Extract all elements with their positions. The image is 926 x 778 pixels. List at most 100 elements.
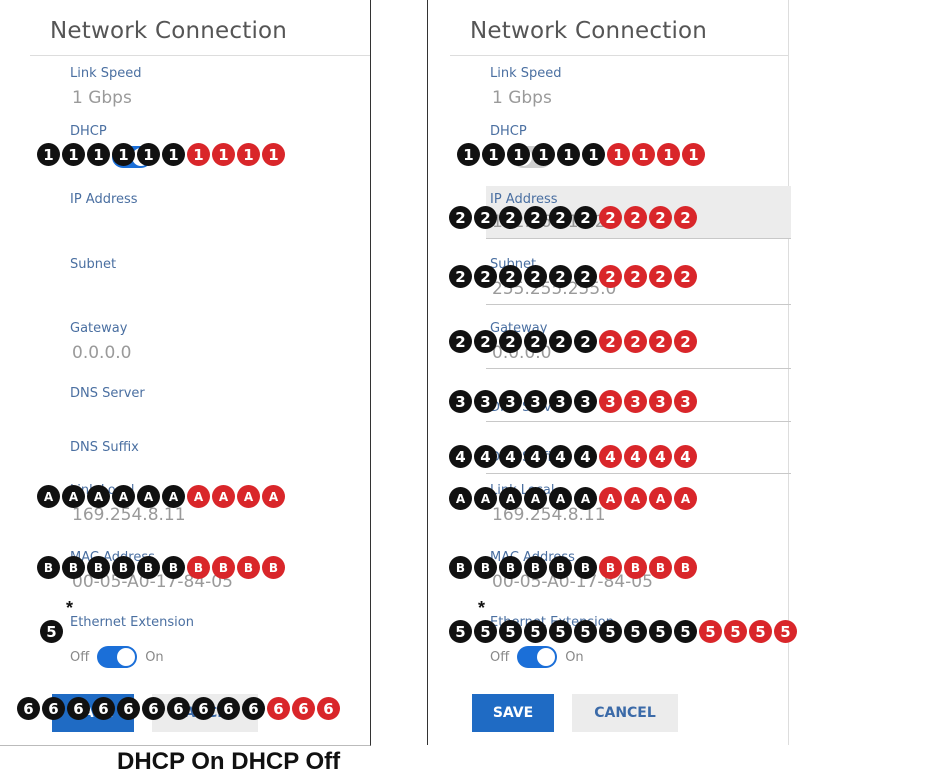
marker-badge-b: B [87,556,110,579]
marker-badge-6: 6 [167,697,190,720]
marker-badge-2: 2 [624,206,647,229]
marker-badge-5: 5 [499,620,522,643]
marker-badge-4: 4 [524,445,547,468]
marker-badge-1: 1 [87,143,110,166]
ip-address-label: IP Address [70,192,138,207]
marker-badge-a: A [87,485,110,508]
marker-badge-2: 2 [649,206,672,229]
marker-badge-a: A [449,487,472,510]
marker-badge-a: A [524,487,547,510]
marker-badge-3: 3 [674,390,697,413]
marker-badge-b: B [137,556,160,579]
marker-badge-1: 1 [682,143,705,166]
ethernet-extension-toggle[interactable] [517,646,558,668]
link-speed-value: 1 Gbps [492,88,552,108]
marker-badge-3: 3 [649,390,672,413]
marker-badge-a: A [599,487,622,510]
marker-badge-1: 1 [187,143,210,166]
subnet-underline [486,304,791,305]
dns-server-label: DNS Server [70,386,145,401]
marker-badge-2: 2 [674,265,697,288]
marker-badge-1: 1 [557,143,580,166]
marker-badge-2: 2 [599,206,622,229]
marker-badge-a: A [624,487,647,510]
marker-badge-5: 5 [549,620,572,643]
marker-badge-5: 5 [674,620,697,643]
dns-server-underline [486,421,791,422]
marker-badge-1: 1 [212,143,235,166]
marker-badge-b: B [212,556,235,579]
marker-badge-2: 2 [674,206,697,229]
marker-badge-5: 5 [724,620,747,643]
marker-badge-2: 2 [549,206,572,229]
dns-suffix-label: DNS Suffix [70,440,139,455]
subnet-label: Subnet [70,257,117,272]
marker-badge-2: 2 [474,265,497,288]
marker-row: 5 [40,620,63,643]
marker-row: 2222222222 [449,265,697,288]
marker-badge-a: A [112,485,135,508]
save-button[interactable]: SAVE [472,694,554,732]
marker-badge-4: 4 [624,445,647,468]
marker-badge-1: 1 [137,143,160,166]
marker-badge-6: 6 [242,697,265,720]
marker-badge-a: A [37,485,60,508]
marker-badge-6: 6 [217,697,240,720]
marker-badge-a: A [162,485,185,508]
marker-badge-2: 2 [624,330,647,353]
marker-badge-2: 2 [624,265,647,288]
marker-badge-a: A [574,487,597,510]
marker-badge-b: B [187,556,210,579]
marker-badge-6: 6 [292,697,315,720]
marker-badge-5: 5 [474,620,497,643]
marker-badge-a: A [674,487,697,510]
marker-badge-5: 5 [449,620,472,643]
marker-badge-b: B [262,556,285,579]
off-label: Off [70,649,90,665]
marker-badge-b: B [499,556,522,579]
marker-badge-5: 5 [649,620,672,643]
marker-badge-6: 6 [142,697,165,720]
marker-badge-6: 6 [317,697,340,720]
marker-badge-b: B [449,556,472,579]
marker-badge-4: 4 [549,445,572,468]
link-speed-label: Link Speed [70,66,142,81]
marker-badge-1: 1 [482,143,505,166]
marker-badge-a: A [212,485,235,508]
marker-badge-2: 2 [599,265,622,288]
cancel-button[interactable]: CANCEL [572,694,678,732]
off-label: Off [490,649,510,665]
marker-badge-4: 4 [649,445,672,468]
marker-badge-3: 3 [449,390,472,413]
marker-badge-b: B [62,556,85,579]
marker-badge-5: 5 [624,620,647,643]
marker-badge-2: 2 [574,330,597,353]
marker-badge-b: B [524,556,547,579]
marker-badge-5: 5 [749,620,772,643]
marker-badge-3: 3 [599,390,622,413]
marker-badge-2: 2 [599,330,622,353]
marker-row: AAAAAAAAAA [449,487,697,510]
marker-badge-1: 1 [657,143,680,166]
on-label: On [565,649,584,665]
marker-badge-a: A [499,487,522,510]
ethernet-extension-toggle[interactable] [97,646,138,668]
marker-badge-a: A [474,487,497,510]
marker-badge-b: B [162,556,185,579]
marker-badge-2: 2 [524,330,547,353]
marker-badge-3: 3 [524,390,547,413]
marker-badge-b: B [549,556,572,579]
marker-badge-1: 1 [237,143,260,166]
marker-badge-b: B [474,556,497,579]
marker-badge-5: 5 [524,620,547,643]
marker-badge-a: A [237,485,260,508]
marker-badge-a: A [137,485,160,508]
marker-badge-a: A [262,485,285,508]
marker-row: 55555555555555 [449,620,797,643]
marker-badge-1: 1 [262,143,285,166]
marker-badge-4: 4 [674,445,697,468]
marker-badge-a: A [187,485,210,508]
marker-badge-1: 1 [507,143,530,166]
marker-badge-2: 2 [499,330,522,353]
marker-row: 2222222222 [449,206,697,229]
